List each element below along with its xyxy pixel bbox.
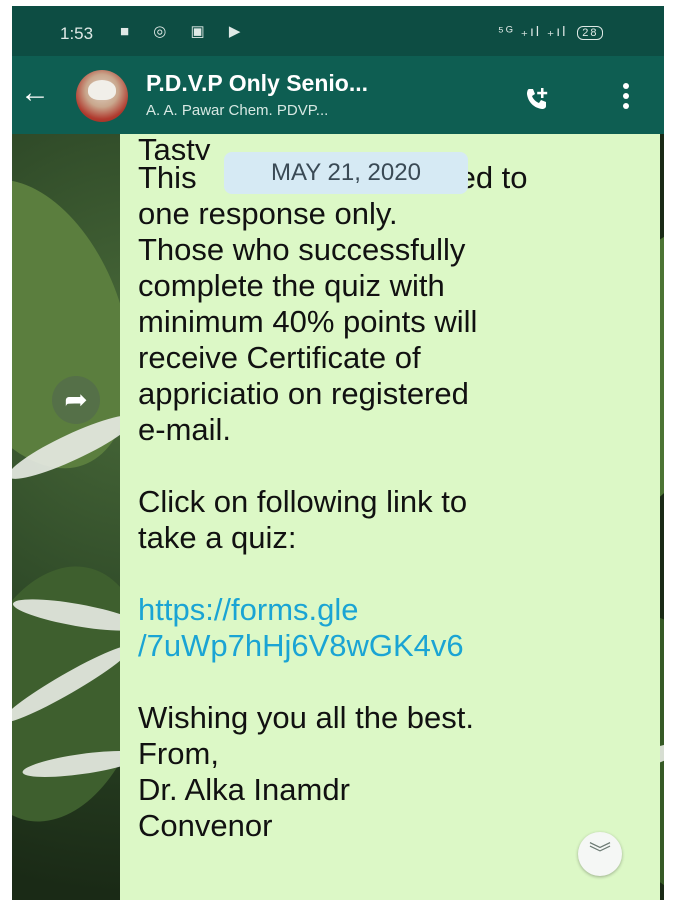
signal-icon: ⁵ᴳ ₊ıl ₊ıl: [498, 23, 568, 39]
notification-icons: ■ ◎ ▣ ▶: [120, 23, 251, 40]
add-call-icon[interactable]: [524, 86, 550, 112]
double-chevron-down-icon[interactable]: ︾: [578, 832, 622, 876]
arrow-left-icon[interactable]: ←: [20, 76, 50, 110]
message-line: appriciatio on registered: [138, 376, 469, 411]
message-bubble[interactable]: Tasty This ed to one response only. Those…: [120, 134, 660, 900]
message-line: minimum 40% points will: [138, 304, 478, 339]
signal-battery-indicator: ⁵ᴳ ₊ıl ₊ıl 28: [498, 23, 604, 40]
message-line: Dr. Alka Inamdr: [138, 772, 350, 807]
chat-header: ← P.D.V.P Only Senio... A. A. Pawar Chem…: [12, 56, 664, 134]
group-avatar[interactable]: [76, 70, 128, 122]
message-line: receive Certificate of: [138, 340, 421, 375]
battery-icon: 28: [577, 26, 604, 40]
date-chip: MAY 21, 2020: [224, 152, 468, 194]
status-time: 1:53: [60, 24, 94, 43]
quiz-link[interactable]: https://forms.gle: [138, 592, 658, 628]
message-line: Convenor: [138, 808, 273, 843]
message-line: e-mail.: [138, 412, 232, 447]
message-text: Tasty This ed to one response only. Those…: [138, 134, 658, 844]
chat-title[interactable]: P.D.V.P Only Senio...: [146, 70, 368, 97]
more-vert-icon[interactable]: [622, 82, 630, 110]
quiz-link-continued[interactable]: /7uWp7hHj6V8wGK4v6: [138, 628, 658, 664]
message-line: take a quiz:: [138, 520, 297, 555]
chat-subtitle[interactable]: A. A. Pawar Chem. PDVP...: [146, 102, 328, 119]
message-line: one response only.: [138, 196, 398, 231]
message-line: complete the quiz with: [138, 268, 445, 303]
phone-screenshot: 1:53 ■ ◎ ▣ ▶ ⁵ᴳ ₊ıl ₊ıl 28 ← P.D.V.P Onl…: [12, 6, 664, 900]
status-bar: 1:53 ■ ◎ ▣ ▶ ⁵ᴳ ₊ıl ₊ıl 28: [12, 6, 664, 56]
message-line: Click on following link to: [138, 484, 468, 519]
message-line: From,: [138, 736, 219, 771]
message-line: Those who successfully: [138, 232, 466, 267]
message-line: Wishing you all the best.: [138, 700, 475, 735]
forward-icon[interactable]: ➦: [52, 376, 100, 424]
